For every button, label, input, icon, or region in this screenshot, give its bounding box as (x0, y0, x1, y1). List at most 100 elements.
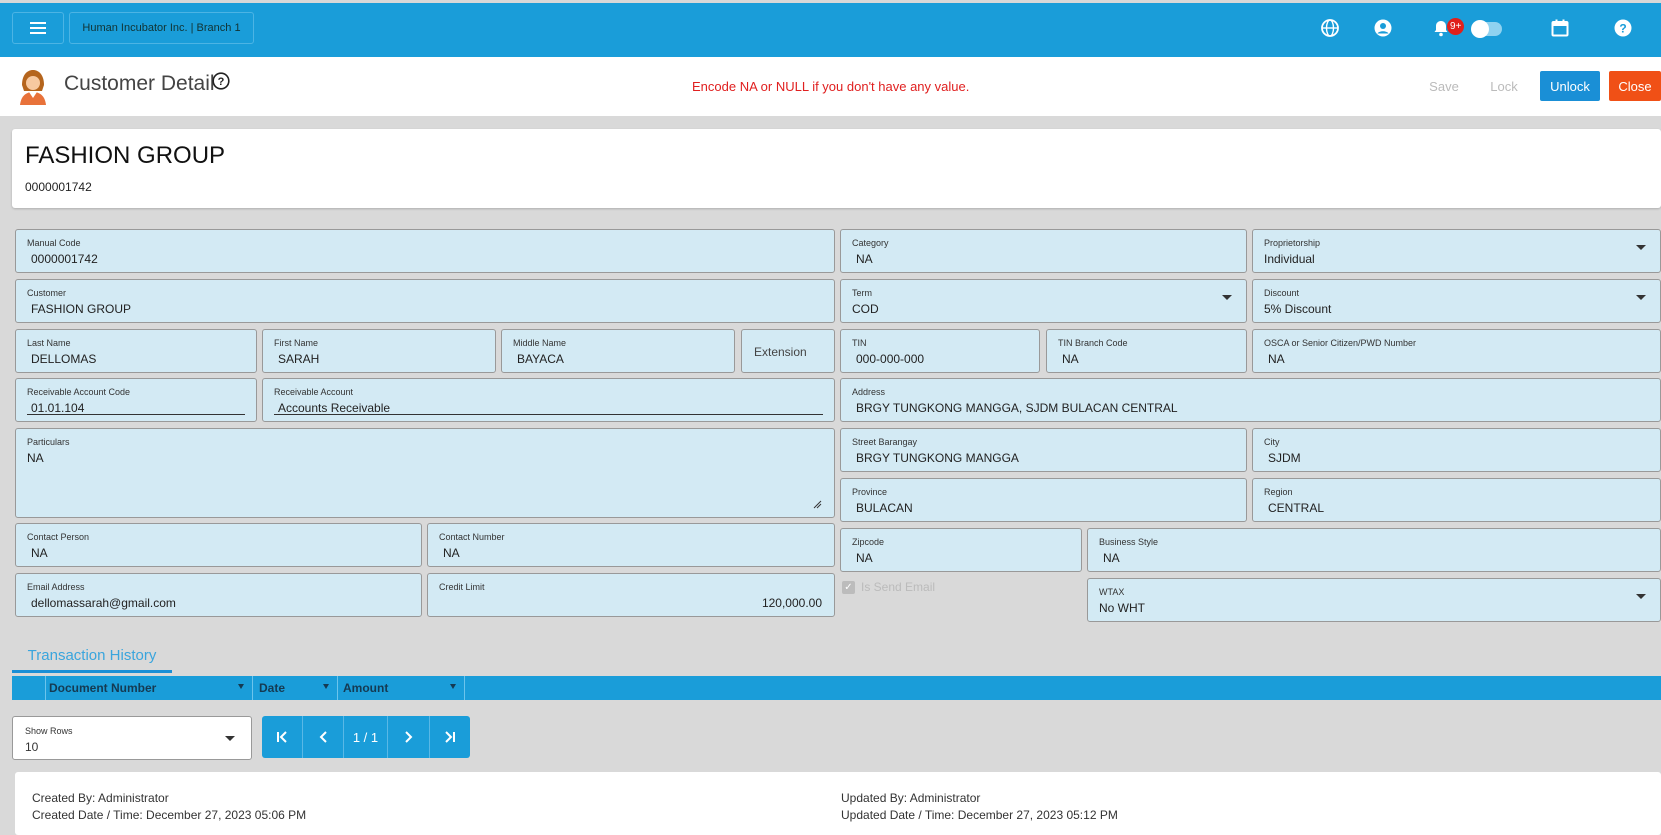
send-email-checkbox[interactable]: ✓ Is Send Email (842, 580, 935, 594)
chevron-down-icon (225, 736, 235, 741)
manual-code-field[interactable]: Manual Code 0000001742 (15, 229, 835, 273)
field-label: Email Address (27, 582, 85, 592)
first-name-field[interactable]: First Name SARAH (262, 329, 496, 373)
tin-branch-code-field[interactable]: TIN Branch Code NA (1046, 329, 1247, 373)
proprietorship-select[interactable]: Proprietorship Individual (1252, 229, 1661, 273)
chevron-down-icon (1636, 295, 1646, 300)
field-label: Receivable Account Code (27, 387, 131, 397)
svg-text:?: ? (218, 76, 225, 88)
tab-transaction-history[interactable]: Transaction History (12, 641, 172, 673)
field-label: Middle Name (513, 338, 567, 348)
osca-pwd-field[interactable]: OSCA or Senior Citizen/PWD Number NA (1252, 329, 1661, 373)
page-indicator: 1 / 1 (344, 716, 388, 758)
filter-icon[interactable] (323, 684, 329, 689)
filter-icon[interactable] (450, 684, 456, 689)
zipcode-field[interactable]: Zipcode NA (840, 528, 1082, 572)
customer-name: FASHION GROUP (25, 142, 226, 169)
field-label: Contact Person (27, 532, 90, 542)
field-value: No WHT (1099, 601, 1145, 615)
unlock-button[interactable]: Unlock (1540, 71, 1600, 101)
field-label: First Name (274, 338, 319, 348)
discount-select[interactable]: Discount 5% Discount (1252, 279, 1661, 323)
category-field[interactable]: Category NA (840, 229, 1247, 273)
chevron-right-icon (404, 731, 412, 743)
menu-button[interactable] (12, 12, 64, 44)
updated-by: Updated By: Administrator (841, 791, 981, 805)
receivable-account-code-field[interactable]: Receivable Account Code 01.01.104 (15, 378, 257, 422)
branch-selector[interactable]: Human Incubator Inc. | Branch 1 (69, 12, 254, 44)
field-label: Discount (1264, 288, 1300, 298)
first-page-button[interactable] (262, 716, 303, 758)
notice-text: Encode NA or NULL if you don't have any … (692, 79, 970, 94)
audit-footer (15, 772, 1661, 835)
city-field[interactable]: City SJDM (1252, 428, 1661, 472)
region-field[interactable]: Region CENTRAL (1252, 478, 1661, 522)
updated-date: Updated Date / Time: December 27, 2023 0… (841, 808, 1118, 822)
calendar-icon[interactable] (1549, 17, 1571, 39)
contact-number-field[interactable]: Contact Number NA (427, 523, 835, 567)
lock-button[interactable]: Lock (1484, 71, 1524, 101)
field-value: 10 (25, 740, 39, 754)
column-document-number[interactable]: Document Number (46, 676, 253, 700)
field-value: NA (856, 551, 873, 565)
email-field[interactable]: Email Address dellomassarah@gmail.com (15, 573, 422, 617)
help-icon[interactable]: ? (1612, 17, 1634, 39)
next-page-button[interactable] (388, 716, 430, 758)
province-field[interactable]: Province BULACAN (840, 478, 1247, 522)
field-value: BULACAN (856, 501, 913, 515)
field-label: Business Style (1099, 537, 1159, 547)
column-label: Document Number (49, 681, 157, 695)
field-label: Street Barangay (852, 437, 918, 447)
field-label: Address (852, 387, 886, 397)
street-barangay-field[interactable]: Street Barangay BRGY TUNGKONG MANGGA (840, 428, 1247, 472)
field-value: SARAH (278, 352, 320, 366)
field-label: Particulars (27, 437, 70, 447)
particulars-textarea[interactable]: Particulars NA (15, 428, 835, 518)
chevron-left-icon (319, 731, 327, 743)
save-button[interactable]: Save (1422, 71, 1466, 101)
show-rows-select[interactable]: Show Rows 10 (12, 716, 252, 760)
business-style-field[interactable]: Business Style NA (1087, 528, 1661, 572)
customer-field[interactable]: Customer FASHION GROUP (15, 279, 835, 323)
last-name-field[interactable]: Last Name DELLOMAS (15, 329, 257, 373)
prev-page-button[interactable] (303, 716, 344, 758)
field-placeholder: Extension (754, 345, 807, 359)
created-by: Created By: Administrator (32, 791, 169, 805)
field-label: Category (852, 238, 889, 248)
field-value: NA (31, 546, 48, 560)
column-amount[interactable]: Amount (338, 676, 465, 700)
question-circle-icon[interactable]: ? (212, 72, 230, 90)
extension-field[interactable]: Extension (741, 329, 835, 373)
field-underline (274, 414, 823, 415)
resize-handle-icon[interactable] (813, 500, 822, 509)
field-value: BRGY TUNGKONG MANGGA, SJDM BULACAN CENTR… (856, 401, 1178, 415)
credit-limit-field[interactable]: Credit Limit 120,000.00 (427, 573, 835, 617)
last-page-button[interactable] (430, 716, 470, 758)
theme-toggle[interactable] (1471, 20, 1502, 38)
field-value: DELLOMAS (31, 352, 97, 366)
address-field[interactable]: Address BRGY TUNGKONG MANGGA, SJDM BULAC… (840, 378, 1661, 422)
field-value: Accounts Receivable (278, 401, 391, 415)
filter-icon[interactable] (238, 684, 244, 689)
contact-person-field[interactable]: Contact Person NA (15, 523, 422, 567)
field-value: NA (1268, 352, 1285, 366)
middle-name-field[interactable]: Middle Name BAYACA (501, 329, 735, 373)
field-value: NA (27, 451, 44, 465)
field-label: Contact Number (439, 532, 505, 542)
globe-icon[interactable] (1319, 17, 1341, 39)
wtax-select[interactable]: WTAX No WHT (1087, 578, 1661, 622)
tin-field[interactable]: TIN 000-000-000 (840, 329, 1040, 373)
field-value: NA (443, 546, 460, 560)
field-label: Zipcode (852, 537, 885, 547)
field-value: SJDM (1268, 451, 1301, 465)
field-value: FASHION GROUP (31, 302, 132, 316)
column-date[interactable]: Date (253, 676, 338, 700)
field-value: dellomassarah@gmail.com (31, 596, 176, 610)
close-button[interactable]: Close (1609, 71, 1661, 101)
field-value: NA (1103, 551, 1120, 565)
last-page-icon (445, 731, 455, 743)
column-label: Date (259, 681, 286, 695)
receivable-account-field[interactable]: Receivable Account Accounts Receivable (262, 378, 835, 422)
term-select[interactable]: Term COD (840, 279, 1247, 323)
user-circle-icon[interactable] (1372, 17, 1394, 39)
